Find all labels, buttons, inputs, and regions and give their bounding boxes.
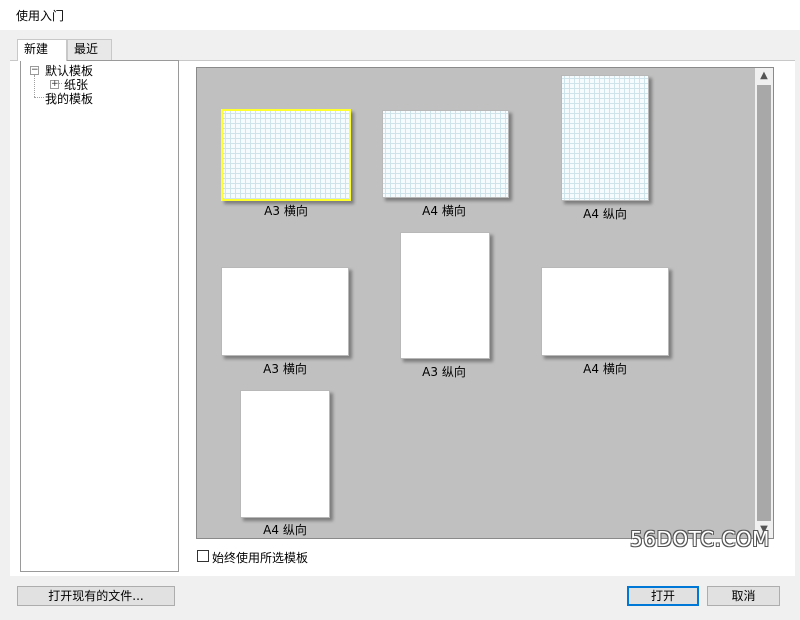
template-caption: A4 纵向 — [583, 207, 627, 221]
tree-line — [34, 97, 44, 98]
window-title: 使用入门 — [16, 9, 65, 23]
template-thumbnail[interactable] — [400, 232, 490, 359]
cancel-button[interactable]: 取消 — [707, 586, 780, 606]
template-caption: A4 纵向 — [263, 523, 307, 537]
watermark: 56DOTC.COM — [630, 527, 770, 551]
template-thumbnail[interactable] — [561, 75, 649, 201]
tree-line — [34, 75, 35, 97]
tab-recent[interactable]: 最近 — [67, 39, 112, 60]
template-preview-area: A3 横向 A4 横向 A4 纵向 A3 横向 A3 纵向 A4 横向 A4 纵… — [196, 67, 774, 539]
template-tree: − 默认模板 + 纸张 我的模板 — [20, 60, 179, 572]
collapse-icon[interactable]: − — [30, 66, 39, 75]
expand-icon[interactable]: + — [50, 80, 59, 89]
always-use-template-checkbox[interactable] — [197, 550, 209, 562]
template-thumbnail[interactable] — [240, 390, 330, 518]
template-thumbnail[interactable] — [221, 267, 349, 356]
tree-item-my-templates[interactable]: 我的模板 — [45, 90, 93, 107]
template-caption: A3 横向 — [263, 362, 307, 376]
template-caption: A3 横向 — [264, 204, 308, 218]
open-existing-file-button[interactable]: 打开现有的文件... — [17, 586, 175, 606]
template-caption: A3 纵向 — [422, 365, 466, 379]
vertical-scrollbar[interactable]: ▲ ▼ — [755, 68, 773, 538]
tab-new[interactable]: 新建 — [17, 39, 67, 61]
template-thumbnail[interactable] — [541, 267, 669, 356]
template-caption: A4 横向 — [583, 362, 627, 376]
scroll-thumb[interactable] — [757, 85, 771, 521]
template-thumbnail[interactable] — [221, 109, 351, 201]
template-caption: A4 横向 — [422, 204, 466, 218]
open-button[interactable]: 打开 — [627, 586, 699, 606]
title-bar: 使用入门 — [0, 0, 800, 30]
template-thumbnail[interactable] — [382, 110, 509, 198]
always-use-template-label: 始终使用所选模板 — [212, 551, 309, 565]
scroll-up-icon[interactable]: ▲ — [755, 68, 773, 84]
